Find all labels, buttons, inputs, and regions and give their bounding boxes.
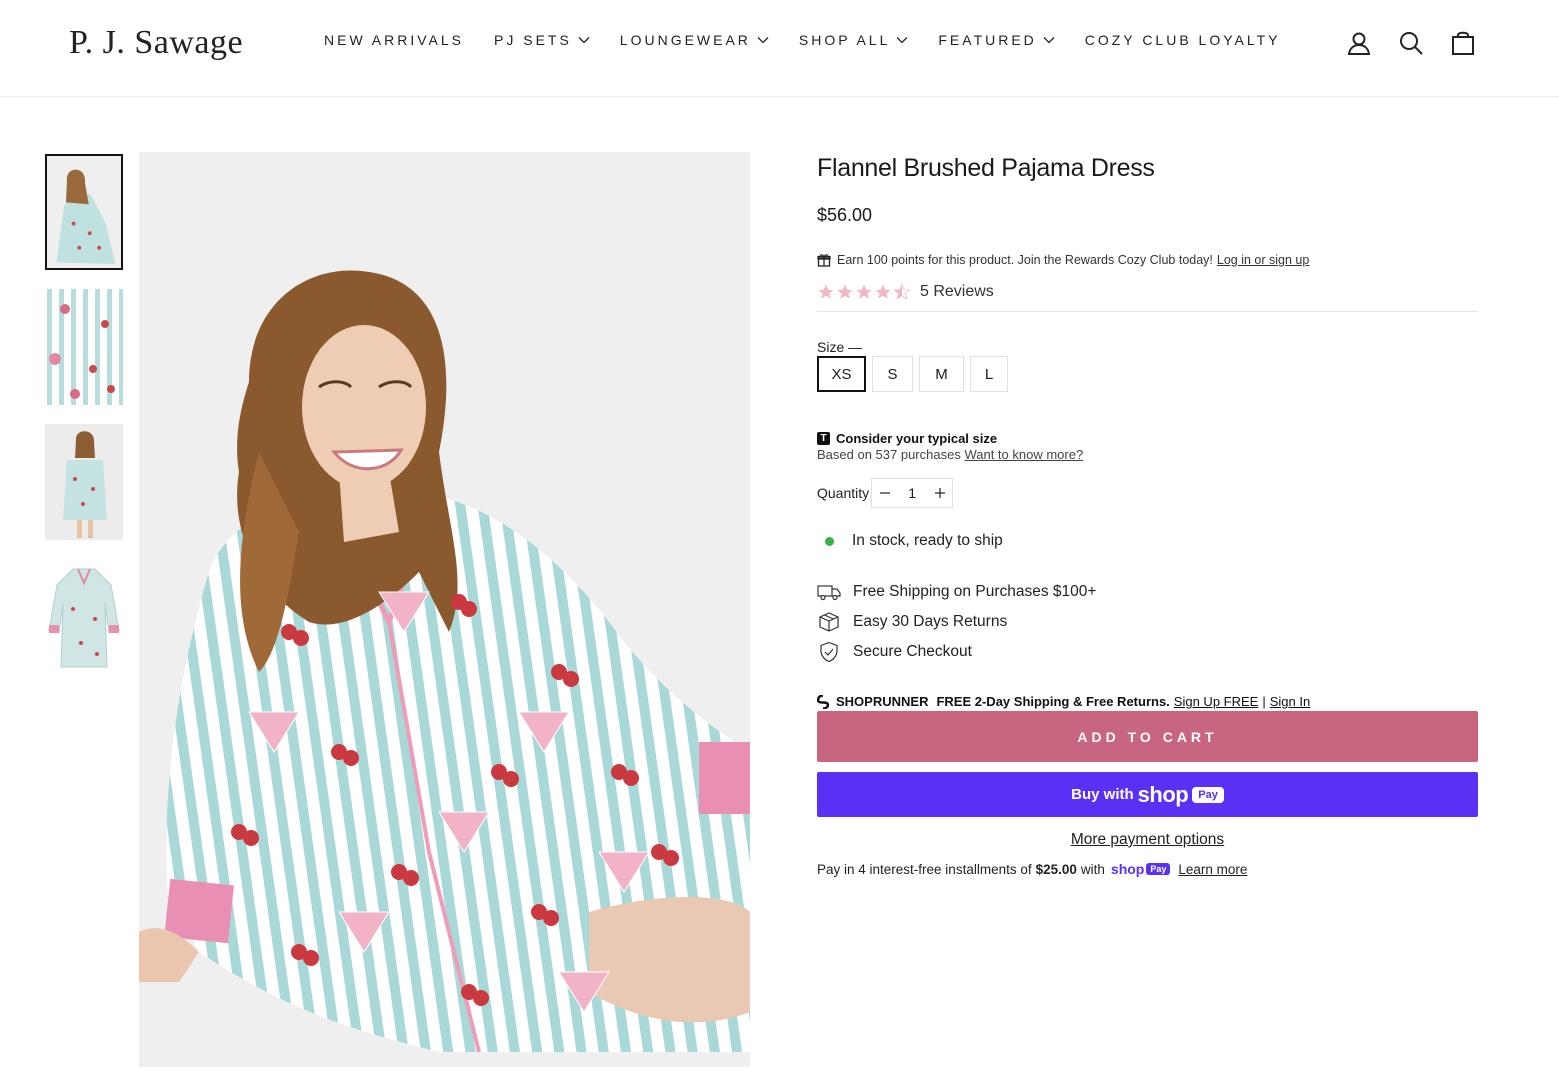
nav-item-cozy-club-loyalty[interactable]: COZY CLUB LOYALTY <box>1085 32 1281 48</box>
reviews-summary[interactable]: 5 Reviews <box>817 283 1478 312</box>
installments-prefix: Pay in 4 interest-free installments of <box>817 861 1032 877</box>
size-option-xs[interactable]: XS <box>817 356 866 392</box>
search-icon[interactable] <box>1396 28 1426 58</box>
chevron-down-icon <box>757 37 769 44</box>
product-price: $56.00 <box>817 205 873 225</box>
perks-list: Free Shipping on Purchases $100+ Easy 30… <box>817 577 1478 667</box>
star-icon <box>875 284 891 299</box>
shoppay-prefix: Buy with <box>1071 786 1134 803</box>
header-icons <box>1344 28 1500 58</box>
thumbnail-flat-lay[interactable] <box>45 559 123 675</box>
size-option-l[interactable]: L <box>970 356 1008 392</box>
reviews-count: 5 Reviews <box>920 283 994 300</box>
box-icon <box>819 612 839 632</box>
quantity-increase-button[interactable] <box>927 479 952 507</box>
nav-item-new-arrivals[interactable]: NEW ARRIVALS <box>324 32 464 48</box>
quantity-input[interactable]: 1 <box>897 485 927 501</box>
site-header: P. J. Sawage NEW ARRIVALS PJ SETS LOUNGE… <box>0 0 1559 97</box>
nav-item-label: PJ SETS <box>494 32 572 48</box>
account-icon[interactable] <box>1344 28 1374 58</box>
stock-status: In stock, ready to ship <box>817 532 1478 550</box>
shoppay-mini-logo: shop Pay <box>1110 861 1171 877</box>
nav-item-label: COZY CLUB LOYALTY <box>1084 32 1281 48</box>
chevron-down-icon <box>578 37 590 44</box>
star-icon <box>856 284 872 299</box>
rewards-text: Earn 100 points for this product. Join t… <box>837 253 1213 267</box>
size-option-m[interactable]: M <box>919 356 964 392</box>
shield-check-icon <box>820 641 838 663</box>
rewards-login-link[interactable]: Log in or sign up <box>1217 253 1309 267</box>
nav-item-label: NEW ARRIVALS <box>324 32 464 48</box>
typical-size-link[interactable]: Want to know more? <box>964 447 1083 462</box>
quantity-decrease-button[interactable] <box>872 479 897 507</box>
cart-icon[interactable] <box>1448 28 1478 58</box>
nav-item-shop-all[interactable]: SHOP ALL <box>799 32 908 48</box>
shoprunner-brand: SHOPRUNNER <box>836 694 929 709</box>
thumbnail-model-sitting[interactable] <box>45 154 123 270</box>
main-nav: NEW ARRIVALS PJ SETS LOUNGEWEAR SHOP ALL… <box>324 32 1311 48</box>
size-selector: XS S M L <box>817 356 1478 392</box>
perk-returns: Easy 30 Days Returns <box>817 607 1478 637</box>
quantity-row: Quantity 1 <box>817 478 1478 508</box>
perk-free-shipping: Free Shipping on Purchases $100+ <box>817 577 1478 607</box>
main-product-image[interactable] <box>139 152 750 1067</box>
star-half-icon <box>893 283 911 300</box>
installments-info: Pay in 4 interest-free installments of $… <box>817 861 1478 877</box>
shoprunner-offer: FREE 2-Day Shipping & Free Returns. <box>936 694 1170 709</box>
shoprunner-separator: | <box>1262 694 1266 709</box>
more-payment-options: More payment options <box>817 831 1478 849</box>
thumbnail-model-standing[interactable] <box>45 424 123 540</box>
typical-size-title: Consider your typical size <box>836 431 998 446</box>
perk-secure-checkout: Secure Checkout <box>817 637 1478 667</box>
shop-pay-button[interactable]: Buy with shop Pay <box>817 772 1478 817</box>
rewards-banner: Earn 100 points for this product. Join t… <box>817 253 1478 267</box>
installments-learn-more-link[interactable]: Learn more <box>1178 862 1247 877</box>
product-title: Flannel Brushed Pajama Dress <box>817 154 1155 182</box>
plus-icon <box>934 488 945 498</box>
nav-item-label: LOUNGEWEAR <box>619 32 751 48</box>
shoprunner-signin-link[interactable]: Sign In <box>1270 694 1310 709</box>
nav-item-loungewear[interactable]: LOUNGEWEAR <box>620 32 769 48</box>
thumbnail-list <box>45 154 123 694</box>
installments-amount: $25.00 <box>1035 861 1077 877</box>
quantity-label: Quantity <box>817 485 870 501</box>
shoprunner-banner: SHOPRUNNER FREE 2-Day Shipping & Free Re… <box>817 694 1478 709</box>
truck-icon <box>817 585 841 601</box>
perk-text: Free Shipping on Purchases $100+ <box>853 583 1097 600</box>
star-icon <box>837 284 853 299</box>
nav-item-featured[interactable]: FEATURED <box>938 32 1055 48</box>
shoprunner-logo-icon <box>817 694 829 709</box>
chevron-down-icon <box>1043 37 1055 44</box>
typical-size-widget: T Consider your typical size Based on 53… <box>817 431 1478 462</box>
shoppay-mini-pay-badge: Pay <box>1146 863 1171 875</box>
in-stock-dot-icon <box>825 536 834 546</box>
minus-icon <box>879 492 890 494</box>
star-icon <box>818 284 834 299</box>
typical-size-badge-icon: T <box>817 432 830 445</box>
nav-item-pj-sets[interactable]: PJ SETS <box>494 32 590 48</box>
gift-icon <box>817 254 831 267</box>
shoppay-pay-badge: Pay <box>1192 786 1224 803</box>
nav-item-label: SHOP ALL <box>798 32 891 48</box>
nav-item-label: FEATURED <box>938 32 1037 48</box>
shoppay-mini-brand: shop <box>1110 861 1145 877</box>
stock-text: In stock, ready to ship <box>852 532 1003 549</box>
perk-text: Easy 30 Days Returns <box>853 613 1008 630</box>
installments-with: with <box>1080 861 1105 877</box>
product-info: Flannel Brushed Pajama Dress $56.00 Earn… <box>817 152 1478 877</box>
shoprunner-signup-link[interactable]: Sign Up FREE <box>1174 694 1259 709</box>
size-label: Size — <box>817 339 863 355</box>
star-rating <box>817 283 912 301</box>
size-option-s[interactable]: S <box>872 356 913 392</box>
typical-size-sub: Based on 537 purchases <box>817 447 961 462</box>
add-to-cart-button[interactable]: ADD TO CART <box>817 711 1478 762</box>
quantity-stepper: 1 <box>871 478 954 508</box>
chevron-down-icon <box>896 37 908 44</box>
brand-logo[interactable]: P. J. Sawage <box>69 24 243 62</box>
shoppay-logo: shop <box>1137 781 1189 807</box>
more-payment-options-link[interactable]: More payment options <box>1071 831 1224 848</box>
perk-text: Secure Checkout <box>853 643 972 660</box>
thumbnail-fabric-closeup[interactable] <box>45 289 123 405</box>
